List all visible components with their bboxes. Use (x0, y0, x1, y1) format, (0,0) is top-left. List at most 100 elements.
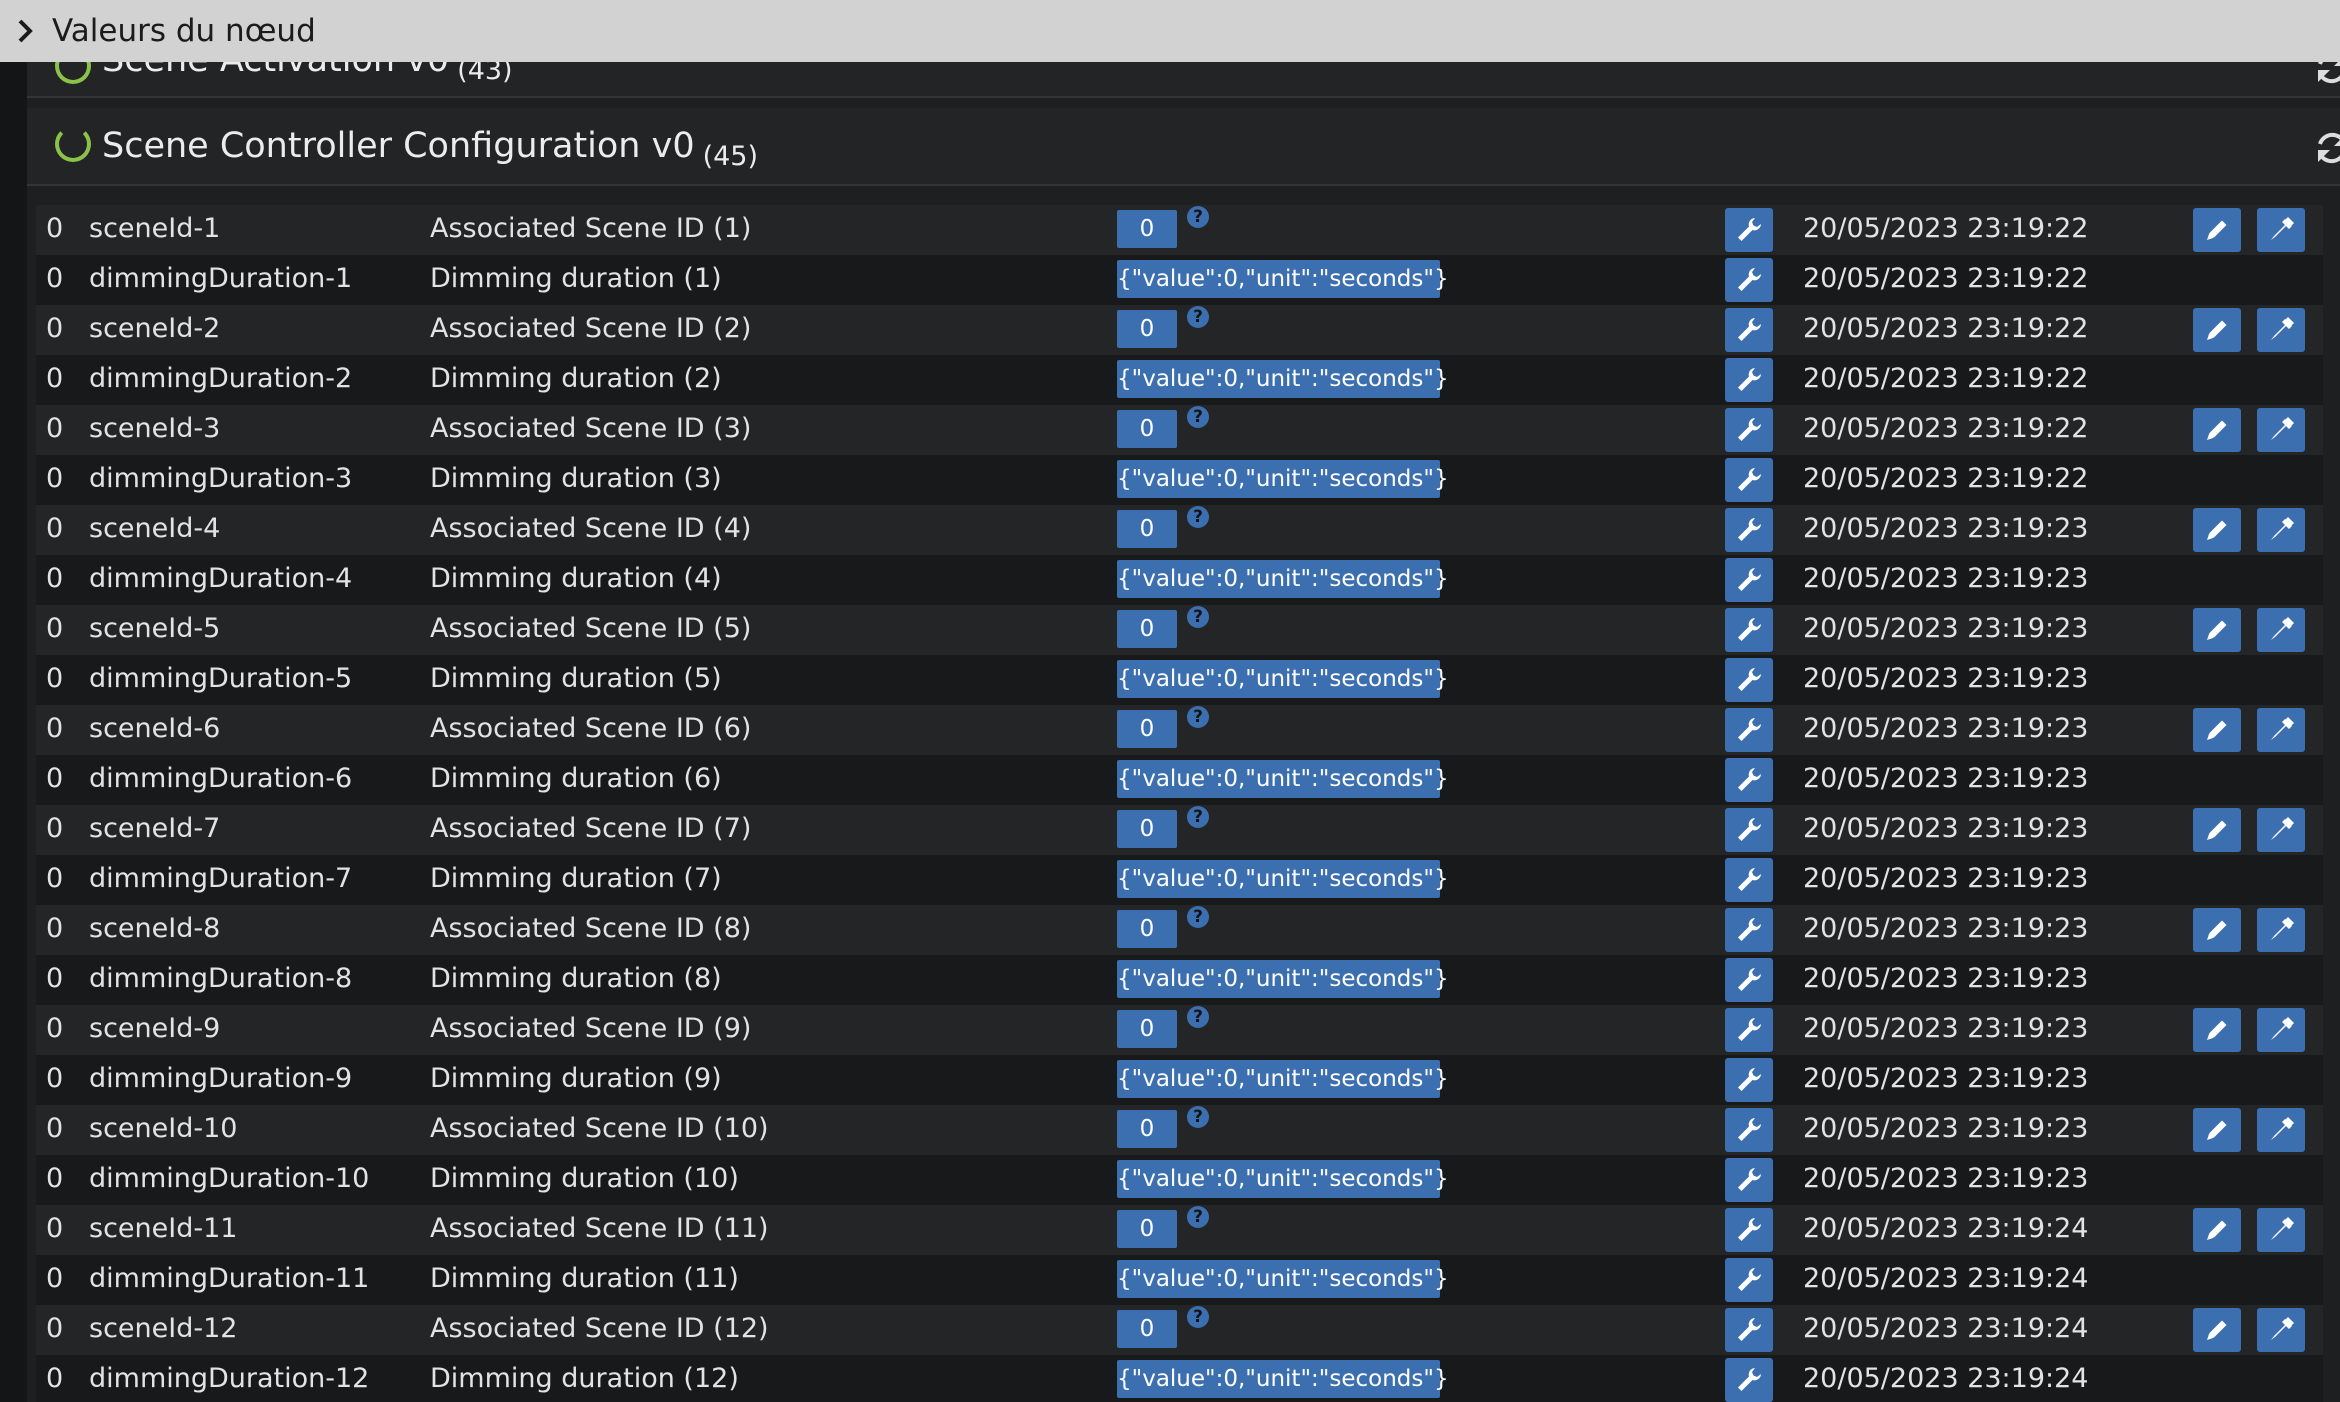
pick-value-button[interactable] (2257, 708, 2305, 752)
configure-button[interactable] (1725, 508, 1773, 552)
edit-value-button[interactable] (2193, 1108, 2241, 1152)
value-badge[interactable]: {"value":0,"unit":"seconds"} (1117, 1160, 1449, 1198)
configure-button[interactable] (1725, 458, 1773, 502)
table-row: 0 dimmingDuration-12 Dimming duration (12)… (36, 1355, 2323, 1402)
edit-value-button[interactable] (2193, 1208, 2241, 1252)
configure-button[interactable] (1725, 958, 1773, 1002)
value-badge[interactable]: {"value":0,"unit":"seconds"} (1117, 960, 1449, 998)
configure-button[interactable] (1725, 1208, 1773, 1252)
help-icon[interactable]: ? (1187, 206, 1209, 228)
configure-button[interactable] (1725, 1058, 1773, 1102)
pick-value-button[interactable] (2257, 208, 2305, 252)
last-update-time: 20/05/2023 23:19:23 (1803, 963, 2089, 994)
value-badge[interactable]: 0 (1117, 910, 1177, 948)
wrench-icon (1734, 665, 1764, 695)
refresh-icon[interactable] (2310, 62, 2340, 90)
configure-button[interactable] (1725, 1158, 1773, 1202)
value-badge[interactable]: 0 (1117, 1310, 1177, 1348)
value-badge[interactable]: {"value":0,"unit":"seconds"} (1117, 460, 1449, 498)
value-badge[interactable]: {"value":0,"unit":"seconds"} (1117, 360, 1449, 398)
value-badge[interactable]: 0 (1117, 310, 1177, 348)
pick-value-button[interactable] (2257, 808, 2305, 852)
edit-value-button[interactable] (2193, 908, 2241, 952)
configure-button[interactable] (1725, 1358, 1773, 1402)
edit-value-button[interactable] (2193, 608, 2241, 652)
node-values-header[interactable]: Valeurs du nœud (0, 0, 2340, 62)
configure-button[interactable] (1725, 1008, 1773, 1052)
help-icon[interactable]: ? (1187, 706, 1209, 728)
status-ring-icon (55, 126, 91, 162)
help-icon[interactable]: ? (1187, 506, 1209, 528)
section-scene-controller-configuration[interactable]: Scene Controller Configuration v0 (45) (27, 108, 2340, 186)
edit-value-button[interactable] (2193, 208, 2241, 252)
edit-value-button[interactable] (2193, 708, 2241, 752)
chevron-right-icon[interactable] (16, 17, 34, 45)
edit-value-button[interactable] (2193, 1308, 2241, 1352)
edit-value-button[interactable] (2193, 508, 2241, 552)
help-icon[interactable]: ? (1187, 906, 1209, 928)
help-icon[interactable]: ? (1187, 406, 1209, 428)
configure-button[interactable] (1725, 208, 1773, 252)
value-label: Dimming duration (1) (430, 263, 722, 294)
help-icon[interactable]: ? (1187, 1206, 1209, 1228)
value-label: Dimming duration (4) (430, 563, 722, 594)
pick-value-button[interactable] (2257, 1108, 2305, 1152)
configure-button[interactable] (1725, 608, 1773, 652)
pick-value-button[interactable] (2257, 1208, 2305, 1252)
value-badge[interactable]: 0 (1117, 610, 1177, 648)
help-icon[interactable]: ? (1187, 1106, 1209, 1128)
value-badge[interactable]: 0 (1117, 810, 1177, 848)
help-icon[interactable]: ? (1187, 1006, 1209, 1028)
edit-value-button[interactable] (2193, 408, 2241, 452)
value-badge[interactable]: 0 (1117, 410, 1177, 448)
value-badge[interactable]: {"value":0,"unit":"seconds"} (1117, 1260, 1449, 1298)
pick-value-button[interactable] (2257, 608, 2305, 652)
configure-button[interactable] (1725, 1258, 1773, 1302)
pick-value-button[interactable] (2257, 308, 2305, 352)
configure-button[interactable] (1725, 408, 1773, 452)
wrench-icon (1734, 715, 1764, 745)
configure-button[interactable] (1725, 308, 1773, 352)
help-icon[interactable]: ? (1187, 1306, 1209, 1328)
value-badge[interactable]: {"value":0,"unit":"seconds"} (1117, 260, 1449, 298)
value-badge[interactable]: {"value":0,"unit":"seconds"} (1117, 660, 1449, 698)
refresh-icon[interactable] (2310, 126, 2340, 170)
configure-button[interactable] (1725, 858, 1773, 902)
value-badge[interactable]: {"value":0,"unit":"seconds"} (1117, 860, 1449, 898)
value-badge[interactable]: 0 (1117, 1210, 1177, 1248)
edit-value-button[interactable] (2193, 808, 2241, 852)
value-badge[interactable]: {"value":0,"unit":"seconds"} (1117, 760, 1449, 798)
pick-value-button[interactable] (2257, 408, 2305, 452)
configure-button[interactable] (1725, 658, 1773, 702)
section-scene-activation[interactable]: Scene Activation v0 (43) (27, 62, 2340, 98)
table-row: 0 dimmingDuration-10 Dimming duration (10)… (36, 1155, 2323, 1205)
value-badge[interactable]: 0 (1117, 510, 1177, 548)
configure-button[interactable] (1725, 258, 1773, 302)
edit-value-button[interactable] (2193, 308, 2241, 352)
configure-button[interactable] (1725, 558, 1773, 602)
configure-button[interactable] (1725, 1108, 1773, 1152)
value-badge[interactable]: 0 (1117, 710, 1177, 748)
configure-button[interactable] (1725, 908, 1773, 952)
configure-button[interactable] (1725, 708, 1773, 752)
table-row: 0 sceneId-8 Associated Scene ID (8) 0? 20/05… (36, 905, 2323, 955)
help-icon[interactable]: ? (1187, 306, 1209, 328)
value-badge[interactable]: {"value":0,"unit":"seconds"} (1117, 560, 1449, 598)
wrench-icon (1734, 615, 1764, 645)
value-badge[interactable]: 0 (1117, 1010, 1177, 1048)
pick-value-button[interactable] (2257, 1308, 2305, 1352)
pick-value-button[interactable] (2257, 908, 2305, 952)
edit-value-button[interactable] (2193, 1008, 2241, 1052)
value-badge[interactable]: 0 (1117, 210, 1177, 248)
configure-button[interactable] (1725, 358, 1773, 402)
help-icon[interactable]: ? (1187, 806, 1209, 828)
configure-button[interactable] (1725, 1308, 1773, 1352)
configure-button[interactable] (1725, 808, 1773, 852)
configure-button[interactable] (1725, 758, 1773, 802)
value-badge[interactable]: {"value":0,"unit":"seconds"} (1117, 1360, 1449, 1398)
value-badge[interactable]: {"value":0,"unit":"seconds"} (1117, 1060, 1449, 1098)
pick-value-button[interactable] (2257, 508, 2305, 552)
pick-value-button[interactable] (2257, 1008, 2305, 1052)
value-badge[interactable]: 0 (1117, 1110, 1177, 1148)
help-icon[interactable]: ? (1187, 606, 1209, 628)
